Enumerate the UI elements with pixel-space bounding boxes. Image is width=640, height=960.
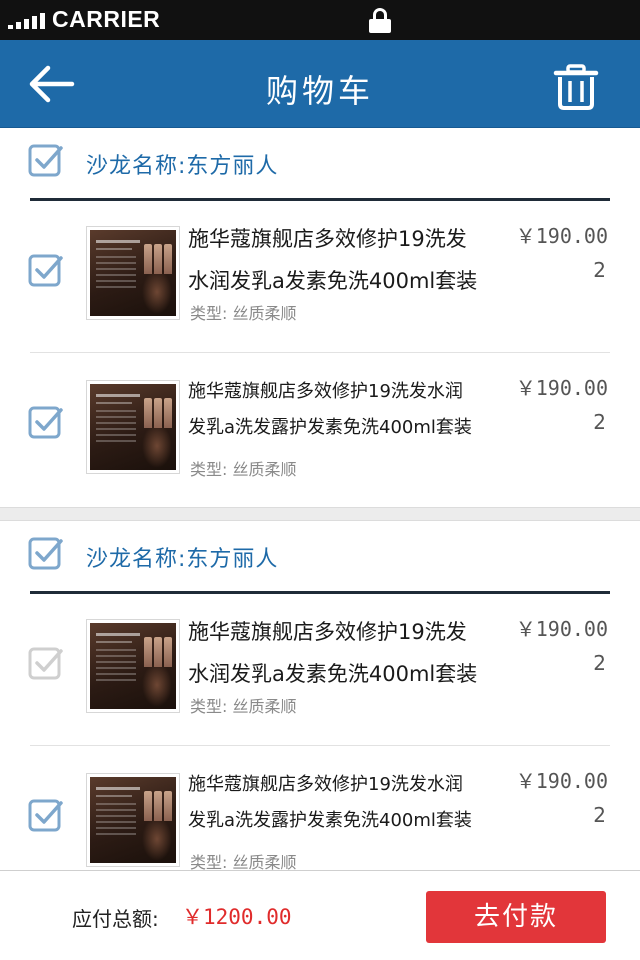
cart-list[interactable]: 沙龙名称:东方丽人 施华蔻旗舰店多效修护19洗发 水润发乳a发素免洗400ml套… [0,128,640,870]
product-image [90,230,176,316]
carrier-name: CARRIER [52,6,161,32]
product-image [90,777,176,863]
product-price: ￥190.00 [515,224,608,248]
shop-header: 沙龙名称:东方丽人 [0,521,640,594]
cart-item[interactable]: 施华蔻旗舰店多效修护19洗发水润 发乳a洗发露护发素免洗400ml套装 类型: … [0,356,640,506]
shop-name: 沙龙名称:东方丽人 [86,547,279,572]
shop-group: 沙龙名称:东方丽人 施华蔻旗舰店多效修护19洗发 水润发乳a发素免洗400ml套… [0,128,640,508]
trash-icon [553,64,599,110]
page-title: 购物车 [265,72,374,110]
shop-select-checkbox[interactable] [28,535,64,571]
item-select-checkbox[interactable] [28,797,64,833]
cart-item[interactable]: 施华蔻旗舰店多效修护19洗发水润 发乳a洗发露护发素免洗400ml套装 类型: … [0,749,640,870]
signal-strength-icon [8,13,48,29]
nav-bar: 购物车 [0,40,640,128]
product-quantity: 2 [593,258,606,282]
status-bar: CARRIER [0,0,640,40]
product-quantity: 2 [593,803,606,827]
item-divider [30,352,610,353]
product-thumbnail[interactable] [86,226,180,320]
shop-divider [30,198,610,201]
product-price: ￥190.00 [515,617,608,641]
shop-select-checkbox[interactable] [28,142,64,178]
product-quantity: 2 [593,651,606,675]
product-price: ￥190.00 [515,376,608,400]
cart-item[interactable]: 施华蔻旗舰店多效修护19洗发 水润发乳a发素免洗400ml套装 类型: 丝质柔顺… [0,204,640,354]
product-image [90,384,176,470]
product-price: ￥190.00 [515,769,608,793]
product-quantity: 2 [593,410,606,434]
pay-button[interactable]: 去付款 [426,891,606,943]
product-title[interactable]: 施华蔻旗舰店多效修护19洗发 水润发乳a发素免洗400ml套装 [188,611,508,695]
product-thumbnail[interactable] [86,773,180,867]
shop-divider [30,591,610,594]
total-label: 应付总额: [72,907,159,931]
product-title[interactable]: 施华蔻旗舰店多效修护19洗发 水润发乳a发素免洗400ml套装 [188,218,508,302]
total-amount: ￥1200.00 [182,905,292,929]
product-thumbnail[interactable] [86,380,180,474]
product-title[interactable]: 施华蔻旗舰店多效修护19洗发水润 发乳a洗发露护发素免洗400ml套装 [188,767,506,839]
shop-header: 沙龙名称:东方丽人 [0,128,640,201]
product-type: 类型: 丝质柔顺 [190,697,297,716]
product-title[interactable]: 施华蔻旗舰店多效修护19洗发水润 发乳a洗发露护发素免洗400ml套装 [188,374,506,446]
product-type: 类型: 丝质柔顺 [190,460,297,479]
item-select-checkbox[interactable] [28,404,64,440]
item-divider [30,745,610,746]
item-select-checkbox[interactable] [28,645,64,681]
lock-icon [369,8,391,33]
product-type: 类型: 丝质柔顺 [190,853,297,870]
shop-group: 沙龙名称:东方丽人 施华蔻旗舰店多效修护19洗发 水润发乳a发素免洗400ml套… [0,520,640,870]
item-select-checkbox[interactable] [28,252,64,288]
product-thumbnail[interactable] [86,619,180,713]
product-type: 类型: 丝质柔顺 [190,304,297,323]
delete-button[interactable] [548,60,604,112]
cart-item[interactable]: 施华蔻旗舰店多效修护19洗发 水润发乳a发素免洗400ml套装 类型: 丝质柔顺… [0,597,640,747]
checkout-bar: 应付总额: ￥1200.00 去付款 [0,870,640,960]
shop-name: 沙龙名称:东方丽人 [86,154,279,179]
product-image [90,623,176,709]
